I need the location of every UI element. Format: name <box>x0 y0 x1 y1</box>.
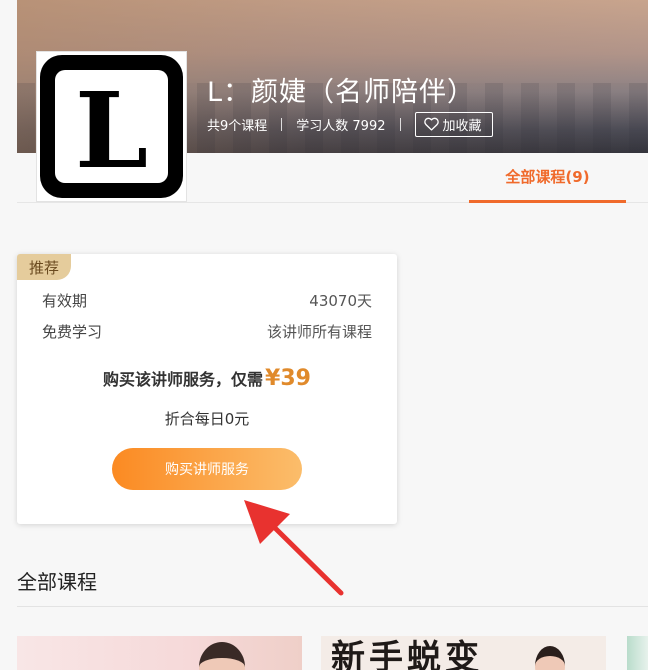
buy-teacher-service-button[interactable]: 购买讲师服务 <box>112 448 302 490</box>
annotation-arrow-icon <box>244 500 344 596</box>
validity-row: 有效期 43070天 <box>42 290 372 311</box>
tab-all-courses[interactable]: 全部课程(9) <box>469 153 626 203</box>
price-prefix: 购买该讲师服务，仅需 <box>103 370 264 389</box>
course-card-3[interactable] <box>627 636 648 670</box>
teacher-title: L：颜婕（名师陪伴） <box>207 77 476 108</box>
tab-bar: 全部课程(9) <box>17 153 648 203</box>
service-price: ¥39 <box>265 366 311 391</box>
section-divider <box>17 606 648 607</box>
teacher-service-card: 推荐 有效期 43070天 免费学习 该讲师所有课程 购买该讲师服务，仅需¥39… <box>17 254 397 524</box>
recommend-badge: 推荐 <box>17 254 72 280</box>
free-study-value: 该讲师所有课程 <box>266 323 372 341</box>
validity-value: 43070天 <box>309 292 372 310</box>
price-line: 购买该讲师服务，仅需¥39 <box>17 366 397 391</box>
daily-cost: 折合每日0元 <box>164 410 250 428</box>
add-favorite-button[interactable]: 加收藏 <box>414 111 493 137</box>
favorite-label: 加收藏 <box>442 118 482 134</box>
meta-divider <box>399 117 401 131</box>
course-card-1[interactable] <box>17 636 302 670</box>
course-thumbnail-title: 新手蜕变 <box>331 638 483 670</box>
learner-count: 学习人数 7992 <box>296 118 386 134</box>
validity-label: 有效期 <box>42 292 88 310</box>
course-card-2[interactable]: 新手蜕变 <box>321 636 606 670</box>
course-thumbnail-portrait <box>199 642 245 670</box>
free-study-row: 免费学习 该讲师所有课程 <box>42 321 372 342</box>
course-count: 共9个课程 <box>207 118 268 134</box>
course-thumbnail-portrait <box>535 646 565 670</box>
meta-divider <box>281 117 283 131</box>
heart-icon <box>423 117 439 131</box>
free-study-label: 免费学习 <box>42 323 103 341</box>
teacher-meta: 共9个课程 学习人数 7992 加收藏 <box>207 111 493 137</box>
all-courses-heading: 全部课程 <box>17 570 97 594</box>
